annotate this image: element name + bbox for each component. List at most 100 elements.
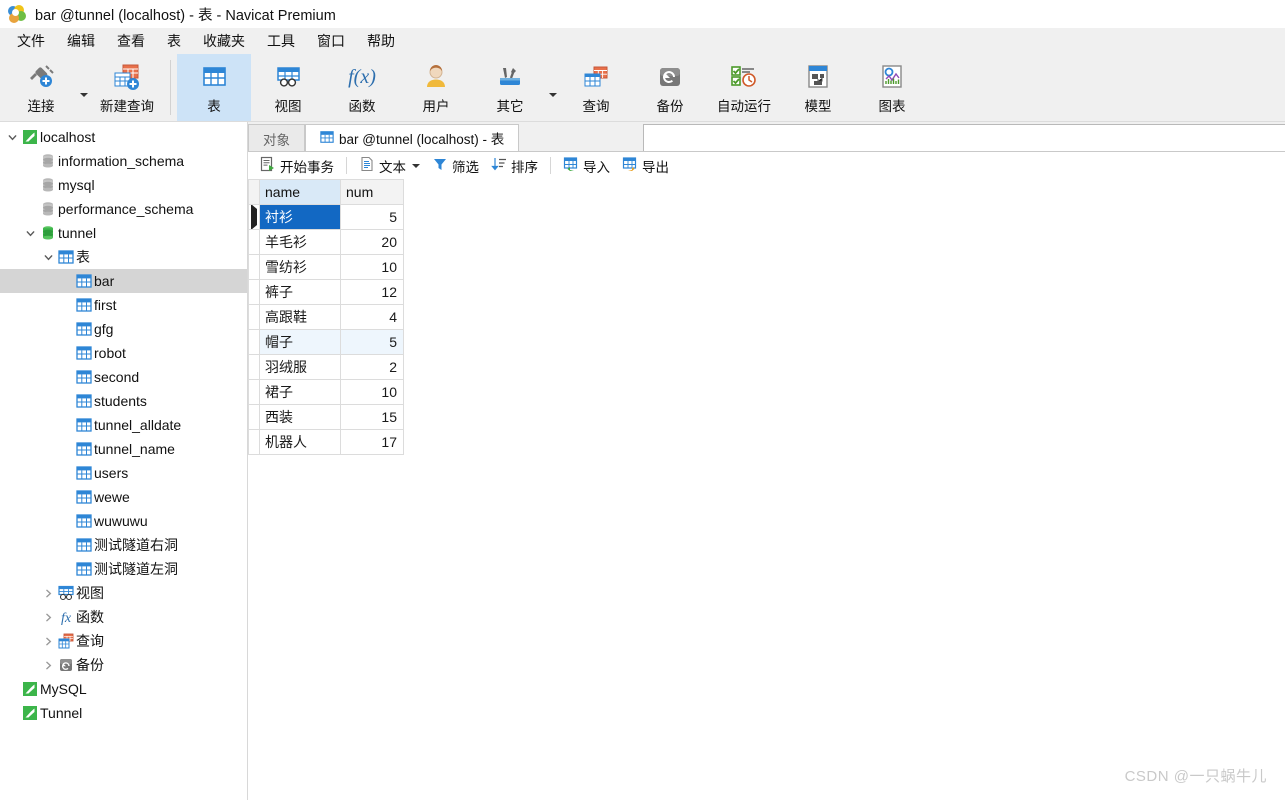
cell-name[interactable]: 雪纺衫	[259, 254, 341, 280]
grid-button-text[interactable]: 文本	[353, 154, 426, 178]
sidebar-item--[interactable]: 测试隧道左洞	[0, 557, 247, 581]
chevron-right-icon[interactable]	[40, 660, 56, 671]
row-marker[interactable]	[248, 429, 260, 455]
cell-name[interactable]: 羊毛衫	[259, 229, 341, 255]
sidebar-item-tunnel[interactable]: Tunnel	[0, 701, 247, 725]
toolbar-caret-connection[interactable]	[78, 54, 90, 121]
sidebar-item-performance_schema[interactable]: performance_schema	[0, 197, 247, 221]
menu-item-window[interactable]: 窗口	[306, 29, 356, 53]
toolbar-button-function[interactable]: f(x) 函数	[325, 54, 399, 121]
row-marker[interactable]	[248, 404, 260, 430]
sidebar-item-mysql[interactable]: mysql	[0, 173, 247, 197]
toolbar-button-chart[interactable]: 图表	[855, 54, 929, 121]
sidebar-item-mysql[interactable]: MySQL	[0, 677, 247, 701]
toolbar-button-view[interactable]: 视图	[251, 54, 325, 121]
chevron-down-icon[interactable]	[40, 252, 56, 263]
cell-name[interactable]: 帽子	[259, 329, 341, 355]
chevron-right-icon[interactable]	[40, 588, 56, 599]
table-row[interactable]: 帽子 5	[248, 329, 404, 355]
cell-num[interactable]: 20	[340, 229, 404, 255]
cell-name[interactable]: 机器人	[259, 429, 341, 455]
table-row[interactable]: 衬衫 5	[248, 204, 404, 230]
toolbar-button-connection[interactable]: 连接	[4, 54, 78, 121]
row-marker[interactable]	[248, 279, 260, 305]
table-row[interactable]: 裤子 12	[248, 279, 404, 305]
toolbar-button-model[interactable]: 模型	[781, 54, 855, 121]
cell-num[interactable]: 17	[340, 429, 404, 455]
cell-num[interactable]: 4	[340, 304, 404, 330]
sidebar-item-users[interactable]: users	[0, 461, 247, 485]
sidebar-item--[interactable]: 表	[0, 245, 247, 269]
toolbar-button-backup[interactable]: 备份	[633, 54, 707, 121]
table-row[interactable]: 羊毛衫 20	[248, 229, 404, 255]
cell-name[interactable]: 衬衫	[259, 204, 341, 230]
sidebar-item-second[interactable]: second	[0, 365, 247, 389]
chevron-down-icon[interactable]	[22, 228, 38, 239]
toolbar-button-other[interactable]: 其它	[473, 54, 547, 121]
table-row[interactable]: 羽绒服 2	[248, 354, 404, 380]
table-row[interactable]: 雪纺衫 10	[248, 254, 404, 280]
toolbar-button-user[interactable]: 用户	[399, 54, 473, 121]
table-row[interactable]: 机器人 17	[248, 429, 404, 455]
navigation-sidebar[interactable]: localhost information_schema mysql performa…	[0, 122, 248, 800]
row-marker[interactable]	[248, 229, 260, 255]
menu-item-favorites[interactable]: 收藏夹	[192, 29, 256, 53]
cell-name[interactable]: 裙子	[259, 379, 341, 405]
cell-num[interactable]: 10	[340, 254, 404, 280]
sidebar-item-students[interactable]: students	[0, 389, 247, 413]
column-header-name[interactable]: name	[259, 179, 341, 205]
toolbar-caret-other[interactable]	[547, 54, 559, 121]
sidebar-item--[interactable]: fx 函数	[0, 605, 247, 629]
tab-objects[interactable]: 对象	[248, 124, 305, 152]
data-grid[interactable]: name num 衬衫 5 羊毛衫 20 雪纺衫 10 裤子 12 高跟鞋 4 帽子 5 羽绒服 2 裙子 1…	[248, 179, 404, 455]
chevron-down-icon[interactable]	[4, 132, 20, 143]
table-row[interactable]: 裙子 10	[248, 379, 404, 405]
sidebar-item-wewe[interactable]: wewe	[0, 485, 247, 509]
sidebar-item--[interactable]: 视图	[0, 581, 247, 605]
cell-num[interactable]: 15	[340, 404, 404, 430]
grid-button-export[interactable]: 导出	[616, 154, 675, 178]
sidebar-item-robot[interactable]: robot	[0, 341, 247, 365]
row-marker[interactable]	[248, 329, 260, 355]
cell-name[interactable]: 高跟鞋	[259, 304, 341, 330]
cell-num[interactable]: 10	[340, 379, 404, 405]
cell-name[interactable]: 西装	[259, 404, 341, 430]
sidebar-item-wuwuwu[interactable]: wuwuwu	[0, 509, 247, 533]
cell-num[interactable]: 5	[340, 329, 404, 355]
sidebar-item-tunnel_name[interactable]: tunnel_name	[0, 437, 247, 461]
cell-name[interactable]: 裤子	[259, 279, 341, 305]
chevron-right-icon[interactable]	[40, 636, 56, 647]
cell-num[interactable]: 5	[340, 204, 404, 230]
table-row[interactable]: 高跟鞋 4	[248, 304, 404, 330]
cell-num[interactable]: 12	[340, 279, 404, 305]
grid-button-begin-transaction[interactable]: 开始事务	[254, 154, 340, 178]
sidebar-item-localhost[interactable]: localhost	[0, 125, 247, 149]
grid-button-sort[interactable]: 排序	[485, 154, 544, 178]
chevron-right-icon[interactable]	[40, 612, 56, 623]
sidebar-item-first[interactable]: first	[0, 293, 247, 317]
sidebar-item--[interactable]: 查询	[0, 629, 247, 653]
row-marker[interactable]	[248, 304, 260, 330]
table-row[interactable]: 西装 15	[248, 404, 404, 430]
grid-button-filter[interactable]: 筛选	[426, 154, 485, 178]
cell-num[interactable]: 2	[340, 354, 404, 380]
sidebar-item--[interactable]: 备份	[0, 653, 247, 677]
toolbar-button-query[interactable]: 查询	[559, 54, 633, 121]
menu-item-edit[interactable]: 编辑	[56, 29, 106, 53]
menu-item-help[interactable]: 帮助	[356, 29, 406, 53]
menu-item-table[interactable]: 表	[156, 29, 192, 53]
tab-table-bar[interactable]: bar @tunnel (localhost) - 表	[305, 124, 520, 152]
sidebar-item--[interactable]: 测试隧道右洞	[0, 533, 247, 557]
toolbar-button-new-query[interactable]: 新建查询	[90, 54, 164, 121]
menu-item-tools[interactable]: 工具	[256, 29, 306, 53]
grid-button-import[interactable]: 导入	[557, 154, 616, 178]
row-marker[interactable]	[248, 204, 260, 230]
sidebar-item-information_schema[interactable]: information_schema	[0, 149, 247, 173]
sidebar-item-tunnel_alldate[interactable]: tunnel_alldate	[0, 413, 247, 437]
row-marker[interactable]	[248, 379, 260, 405]
cell-name[interactable]: 羽绒服	[259, 354, 341, 380]
menu-item-file[interactable]: 文件	[6, 29, 56, 53]
row-marker[interactable]	[248, 254, 260, 280]
toolbar-button-table[interactable]: 表	[177, 54, 251, 121]
sidebar-item-bar[interactable]: bar	[0, 269, 247, 293]
